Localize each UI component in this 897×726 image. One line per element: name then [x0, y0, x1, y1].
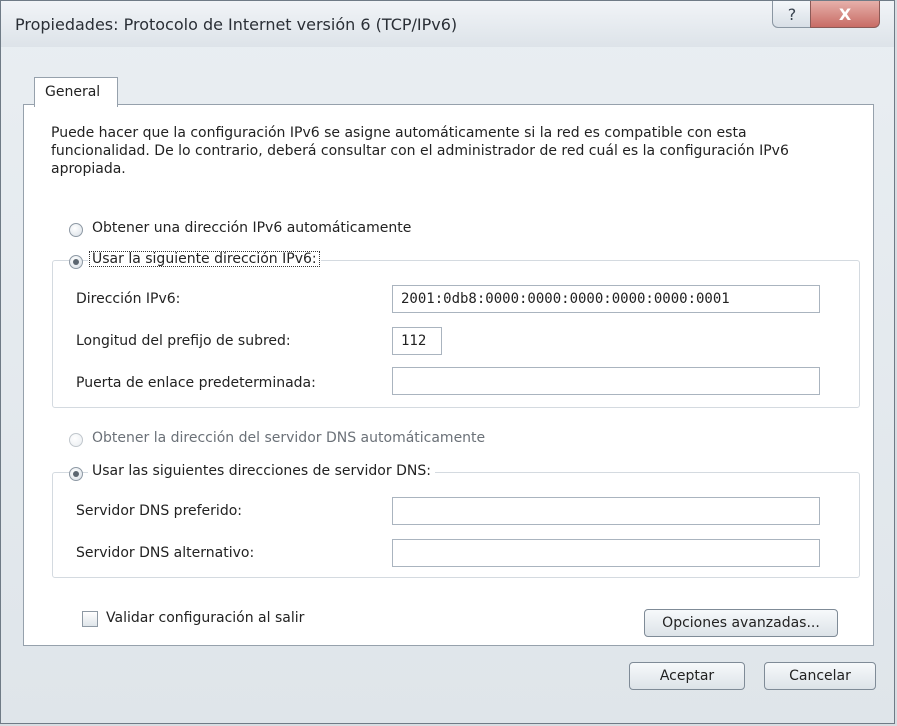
ipv6-address-field[interactable]: 2001:0db8:0000:0000:0000:0000:0000:0001	[392, 285, 820, 313]
dns-manual-label[interactable]: Usar las siguientes direcciones de servi…	[88, 462, 435, 480]
cancel-button[interactable]: Cancelar	[764, 662, 876, 690]
ipv6-auto-label[interactable]: Obtener una dirección IPv6 automáticamen…	[92, 220, 411, 236]
radio-dns-auto[interactable]	[69, 433, 83, 447]
dialog-window: Propiedades: Protocolo de Internet versi…	[0, 0, 895, 724]
help-button[interactable]: ?	[772, 1, 812, 28]
prefix-length-field[interactable]: 112	[392, 327, 442, 355]
ok-button[interactable]: Aceptar	[629, 662, 745, 690]
radio-ipv6-auto[interactable]	[69, 223, 83, 237]
preferred-dns-label: Servidor DNS preferido:	[76, 503, 242, 519]
window-title: Propiedades: Protocolo de Internet versi…	[15, 15, 458, 34]
ipv6-address-label: Dirección IPv6:	[76, 291, 181, 307]
validate-label[interactable]: Validar configuración al salir	[106, 610, 304, 626]
close-button[interactable]: X	[810, 1, 880, 28]
tab-general[interactable]: General	[34, 77, 118, 107]
advanced-options-button[interactable]: Opciones avanzadas...	[644, 609, 838, 637]
tab-general-label: General	[45, 84, 101, 100]
alternate-dns-field[interactable]	[392, 539, 820, 567]
general-panel: Puede hacer que la configuración IPv6 se…	[23, 104, 874, 646]
dns-auto-label[interactable]: Obtener la dirección del servidor DNS au…	[92, 430, 485, 446]
description-text: Puede hacer que la configuración IPv6 se…	[51, 125, 789, 177]
preferred-dns-field[interactable]	[392, 497, 820, 525]
title-bar[interactable]: Propiedades: Protocolo de Internet versi…	[1, 1, 894, 47]
ipv6-manual-label[interactable]: Usar la siguiente dirección IPv6:	[88, 250, 321, 268]
validate-checkbox[interactable]	[82, 611, 98, 627]
alternate-dns-label: Servidor DNS alternativo:	[76, 545, 255, 561]
radio-ipv6-manual[interactable]	[69, 255, 83, 269]
gateway-field[interactable]	[392, 367, 820, 395]
radio-dns-manual[interactable]	[69, 467, 83, 481]
prefix-length-label: Longitud del prefijo de subred:	[76, 333, 291, 349]
gateway-label: Puerta de enlace predeterminada:	[76, 375, 316, 391]
